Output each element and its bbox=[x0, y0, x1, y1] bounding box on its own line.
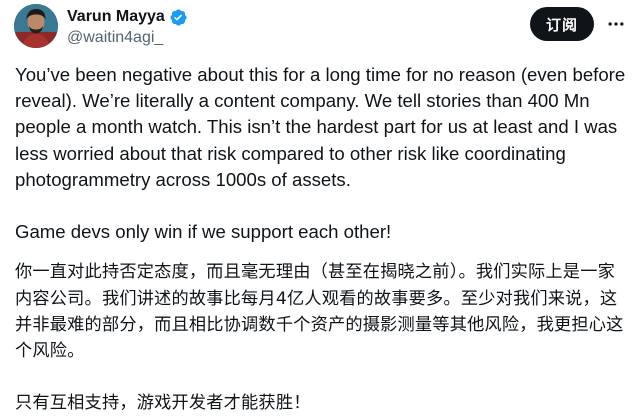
tweet-paragraph-chinese-1: 你一直对此持否定态度，而且毫无理由（甚至在揭晓之前）。我们实际上是一家内容公司。… bbox=[15, 262, 624, 362]
name-row: Varun Mayya bbox=[67, 7, 188, 27]
tweet-card: Varun Mayya @waitin4agi_ 订阅 You’ve been … bbox=[0, 0, 640, 414]
tweet-paragraph-english-1: You’ve been negative about this for a lo… bbox=[15, 64, 626, 190]
subscribe-button[interactable]: 订阅 bbox=[530, 7, 594, 41]
more-options-icon[interactable] bbox=[602, 10, 630, 38]
author-identity: Varun Mayya @waitin4agi_ bbox=[67, 7, 188, 48]
author-handle[interactable]: @waitin4agi_ bbox=[67, 28, 188, 48]
verified-badge-icon[interactable] bbox=[169, 8, 188, 27]
avatar[interactable] bbox=[14, 4, 58, 48]
author-display-name[interactable]: Varun Mayya bbox=[67, 7, 165, 27]
tweet-paragraph-english-2: Game devs only win if we support each ot… bbox=[15, 221, 392, 243]
tweet-paragraph-chinese-2: 只有互相支持，游戏开发者才能获胜！ bbox=[15, 393, 311, 414]
tweet-text: You’ve been negative about this for a lo… bbox=[15, 62, 630, 417]
avatar-photo bbox=[14, 4, 58, 48]
tweet-header: Varun Mayya @waitin4agi_ 订阅 bbox=[14, 4, 626, 52]
